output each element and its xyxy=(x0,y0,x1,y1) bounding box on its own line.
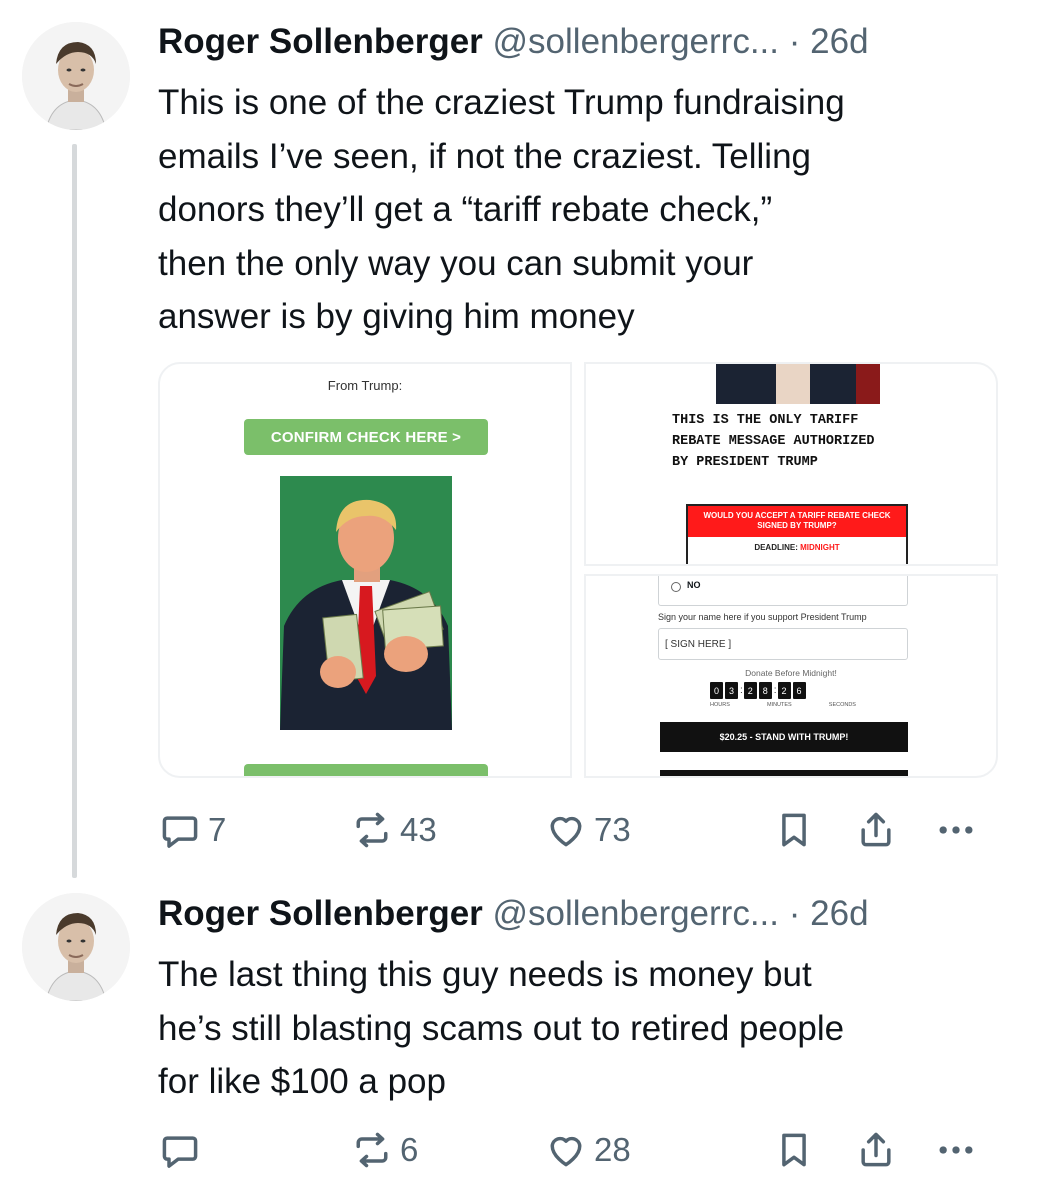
author-name[interactable]: Roger Sollenberger xyxy=(158,894,483,933)
tweet-text-line: The last thing this guy needs is money b… xyxy=(158,955,812,994)
bookmark-button[interactable] xyxy=(772,800,816,860)
email-from-label: From Trump: xyxy=(327,378,403,393)
deadline: DEADLINE: MIDNIGHT xyxy=(688,543,906,552)
no-option-label: NO xyxy=(687,580,701,590)
tweet-header: Roger Sollenberger @sollenbergerrc... · … xyxy=(158,20,869,64)
media-image-bottom-right[interactable]: NO Sign your name here if you support Pr… xyxy=(584,574,998,778)
hours-label: HOURS xyxy=(710,702,730,708)
media-image-left[interactable]: From Trump: CONFIRM CHECK HERE > xyxy=(158,362,572,778)
countdown-digit: 8 xyxy=(758,682,772,699)
sign-placeholder: [ SIGN HERE ] xyxy=(665,639,732,650)
email-headline: THIS IS THE ONLY TARIFF REBATE MESSAGE A… xyxy=(672,413,875,470)
timestamp[interactable]: 26d xyxy=(810,894,868,933)
deadline-value: MIDNIGHT xyxy=(800,543,840,552)
no-option-box: NO xyxy=(658,576,908,606)
more-button[interactable] xyxy=(934,1120,978,1180)
more-button[interactable] xyxy=(934,800,978,860)
repost-button[interactable]: 43 xyxy=(350,800,437,860)
author-handle[interactable]: @sollenbergerrc... xyxy=(493,22,779,61)
avatar[interactable] xyxy=(22,893,130,1001)
thread-line xyxy=(72,144,77,878)
like-icon xyxy=(550,816,582,847)
donate-button: $20.25 - STAND WITH TRUMP! xyxy=(660,722,908,752)
tweet-text-line: answer is by giving him money xyxy=(158,297,635,336)
avatar-photo xyxy=(22,893,130,1001)
sign-field: [ SIGN HERE ] xyxy=(658,628,908,660)
countdown-labels: HOURS MINUTES SECONDS xyxy=(710,702,856,708)
countdown-digit: 2 xyxy=(743,682,757,699)
countdown-digit: 6 xyxy=(792,682,806,699)
sign-prompt: Sign your name here if you support Presi… xyxy=(658,612,867,622)
author-name[interactable]: Roger Sollenberger xyxy=(158,22,483,61)
tweet-media: From Trump: CONFIRM CHECK HERE > THIS IS… xyxy=(158,362,998,778)
countdown: 0 3 : 2 8 : 2 6 xyxy=(710,682,808,699)
tweet-text-line: donors they’ll get a “tariff rebate chec… xyxy=(158,190,773,229)
repost-count: 43 xyxy=(400,811,437,848)
countdown-digit: 3 xyxy=(725,682,738,699)
bookmark-button[interactable] xyxy=(772,1120,816,1180)
like-button[interactable]: 73 xyxy=(544,800,631,860)
reply-icon xyxy=(162,816,198,848)
bookmark-icon xyxy=(782,1133,806,1167)
share-icon xyxy=(861,812,891,847)
more-icon xyxy=(939,1146,973,1154)
timestamp[interactable]: 26d xyxy=(810,22,868,61)
reply-button[interactable]: 7 xyxy=(158,800,226,860)
tweet-actions: 7 43 73 xyxy=(158,800,998,860)
reply-button[interactable] xyxy=(158,1120,208,1180)
deadline-label: DEADLINE: xyxy=(754,543,798,552)
repost-button[interactable]: 6 xyxy=(350,1120,418,1180)
tweet-text: The last thing this guy needs is money b… xyxy=(158,948,1008,1109)
confirm-check-button: CONFIRM CHECK HERE > xyxy=(244,419,488,455)
trump-photo xyxy=(280,476,452,730)
tweet-text: This is one of the craziest Trump fundra… xyxy=(158,76,1008,344)
author-handle[interactable]: @sollenbergerrc... xyxy=(493,894,779,933)
avatar[interactable] xyxy=(22,22,130,130)
separator-dot: · xyxy=(788,894,801,933)
countdown-separator: : xyxy=(773,685,777,696)
question-header: WOULD YOU ACCEPT A TARIFF REBATE CHECK S… xyxy=(688,506,906,537)
tweet-text-line: emails I’ve seen, if not the craziest. T… xyxy=(158,136,812,176)
trump-photo-cropped xyxy=(716,364,880,404)
separator-dot: · xyxy=(788,22,801,61)
reply-icon xyxy=(162,1136,198,1168)
minutes-label: MINUTES xyxy=(766,702,792,708)
media-image-top-right[interactable]: THIS IS THE ONLY TARIFF REBATE MESSAGE A… xyxy=(584,362,998,566)
like-button[interactable]: 28 xyxy=(544,1120,631,1180)
question-box: WOULD YOU ACCEPT A TARIFF REBATE CHECK S… xyxy=(686,504,908,564)
share-icon xyxy=(861,1132,891,1167)
avatar-photo xyxy=(22,22,130,130)
repost-count: 6 xyxy=(400,1131,419,1168)
more-icon xyxy=(939,826,973,834)
like-count: 73 xyxy=(594,811,631,848)
like-icon xyxy=(550,1136,582,1167)
countdown-digit: 0 xyxy=(710,682,723,699)
tweet-text-line: for like $100 a pop xyxy=(158,1062,446,1101)
tweet-text-line: he’s still blasting scams out to retired… xyxy=(158,1008,845,1048)
tweet-text-line: then the only way you can submit your xyxy=(158,243,754,283)
radio-icon xyxy=(671,582,681,592)
countdown-separator: : xyxy=(740,685,743,696)
tweet-text-line: This is one of the craziest Trump fundra… xyxy=(158,83,845,122)
reply-count: 7 xyxy=(208,811,227,848)
seconds-label: SECONDS xyxy=(828,702,856,708)
share-button[interactable] xyxy=(854,1120,898,1180)
confirm-check-button-bottom xyxy=(244,764,488,776)
tweet-actions: 6 28 xyxy=(158,1120,998,1180)
bookmark-icon xyxy=(782,813,806,847)
repost-icon xyxy=(356,812,388,848)
tweet-header: Roger Sollenberger @sollenbergerrc... · … xyxy=(158,892,869,936)
countdown-digit: 2 xyxy=(777,682,791,699)
share-button[interactable] xyxy=(854,800,898,860)
repost-icon xyxy=(356,1132,388,1168)
like-count: 28 xyxy=(594,1131,631,1168)
donate-before: Donate Before Midnight! xyxy=(745,668,837,678)
donate-button-next xyxy=(660,770,908,776)
